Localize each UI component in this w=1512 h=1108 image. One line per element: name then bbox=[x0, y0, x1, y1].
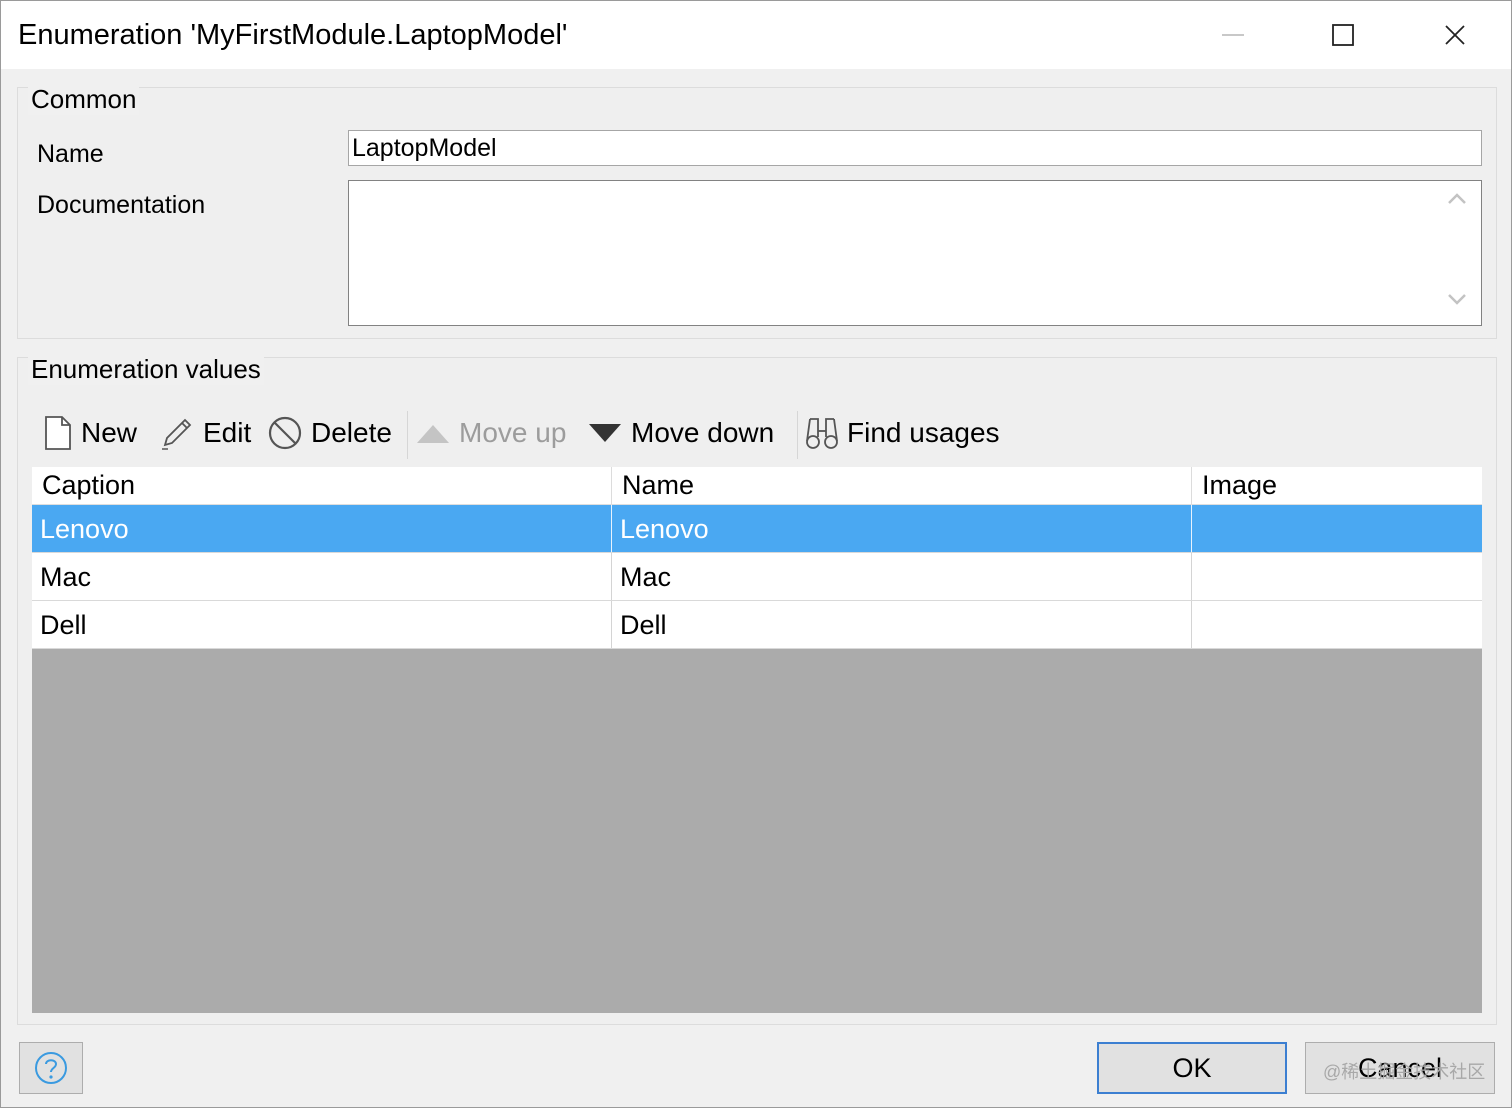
ok-button[interactable]: OK bbox=[1097, 1042, 1287, 1094]
cell-image bbox=[1192, 553, 1482, 600]
cell-name: Lenovo bbox=[612, 505, 1192, 552]
table-row[interactable]: Mac Mac bbox=[32, 553, 1482, 601]
column-header-name[interactable]: Name bbox=[612, 467, 1192, 505]
find-usages-button[interactable]: Find usages bbox=[805, 405, 1000, 461]
move-down-button-label: Move down bbox=[631, 417, 775, 448]
title-bar[interactable]: Enumeration 'MyFirstModule.LaptopModel' bbox=[1, 1, 1511, 69]
minimize-icon bbox=[1222, 34, 1244, 36]
column-header-image[interactable]: Image bbox=[1192, 467, 1482, 505]
minimize-button[interactable] bbox=[1177, 1, 1289, 69]
cell-image bbox=[1192, 505, 1482, 552]
cell-image bbox=[1192, 601, 1482, 648]
table-row[interactable]: Lenovo Lenovo bbox=[32, 505, 1482, 553]
cell-caption: Mac bbox=[32, 553, 612, 600]
documentation-label: Documentation bbox=[37, 191, 206, 219]
common-group-label: Common bbox=[28, 84, 140, 115]
maximize-icon bbox=[1332, 24, 1354, 46]
move-up-button-label: Move up bbox=[459, 417, 567, 448]
triangle-down-icon bbox=[587, 421, 623, 445]
new-button-label: New bbox=[81, 417, 138, 448]
window-title: Enumeration 'MyFirstModule.LaptopModel' bbox=[18, 19, 568, 51]
enumeration-values-label: Enumeration values bbox=[28, 354, 264, 385]
triangle-up-icon bbox=[415, 421, 451, 445]
cell-name: Dell bbox=[612, 601, 1192, 648]
close-icon bbox=[1445, 25, 1465, 45]
delete-icon bbox=[267, 415, 303, 451]
cell-name: Mac bbox=[612, 553, 1192, 600]
name-label: Name bbox=[37, 140, 104, 168]
enumeration-toolbar: New Edit Delete Move up Move down Find u… bbox=[35, 405, 1481, 461]
table-row[interactable]: Dell Dell bbox=[32, 601, 1482, 649]
help-icon bbox=[35, 1052, 67, 1084]
toolbar-separator bbox=[407, 411, 408, 459]
documentation-textarea[interactable] bbox=[348, 180, 1482, 326]
help-button[interactable] bbox=[19, 1042, 83, 1094]
move-down-button[interactable]: Move down bbox=[587, 405, 774, 461]
enumeration-values-grid[interactable]: Caption Name Image Lenovo Lenovo Mac Mac… bbox=[32, 467, 1482, 1013]
binoculars-icon bbox=[805, 415, 839, 451]
new-button[interactable]: New bbox=[43, 405, 137, 461]
close-button[interactable] bbox=[1399, 1, 1511, 69]
cell-caption: Dell bbox=[32, 601, 612, 648]
cell-caption: Lenovo bbox=[32, 505, 612, 552]
delete-button[interactable]: Delete bbox=[267, 405, 392, 461]
new-document-icon bbox=[43, 415, 73, 451]
pencil-icon bbox=[159, 415, 195, 451]
toolbar-separator bbox=[797, 411, 798, 459]
enumeration-dialog: Enumeration 'MyFirstModule.LaptopModel' … bbox=[0, 0, 1512, 1108]
delete-button-label: Delete bbox=[311, 417, 392, 448]
name-input[interactable] bbox=[348, 130, 1482, 166]
watermark: @稀土掘金技术社区 bbox=[1323, 1062, 1486, 1082]
find-usages-button-label: Find usages bbox=[847, 417, 1000, 448]
edit-button-label: Edit bbox=[203, 417, 252, 448]
grid-header: Caption Name Image bbox=[32, 467, 1482, 505]
move-up-button[interactable]: Move up bbox=[415, 405, 566, 461]
edit-button[interactable]: Edit bbox=[159, 405, 251, 461]
column-header-caption[interactable]: Caption bbox=[32, 467, 612, 505]
maximize-button[interactable] bbox=[1287, 1, 1399, 69]
